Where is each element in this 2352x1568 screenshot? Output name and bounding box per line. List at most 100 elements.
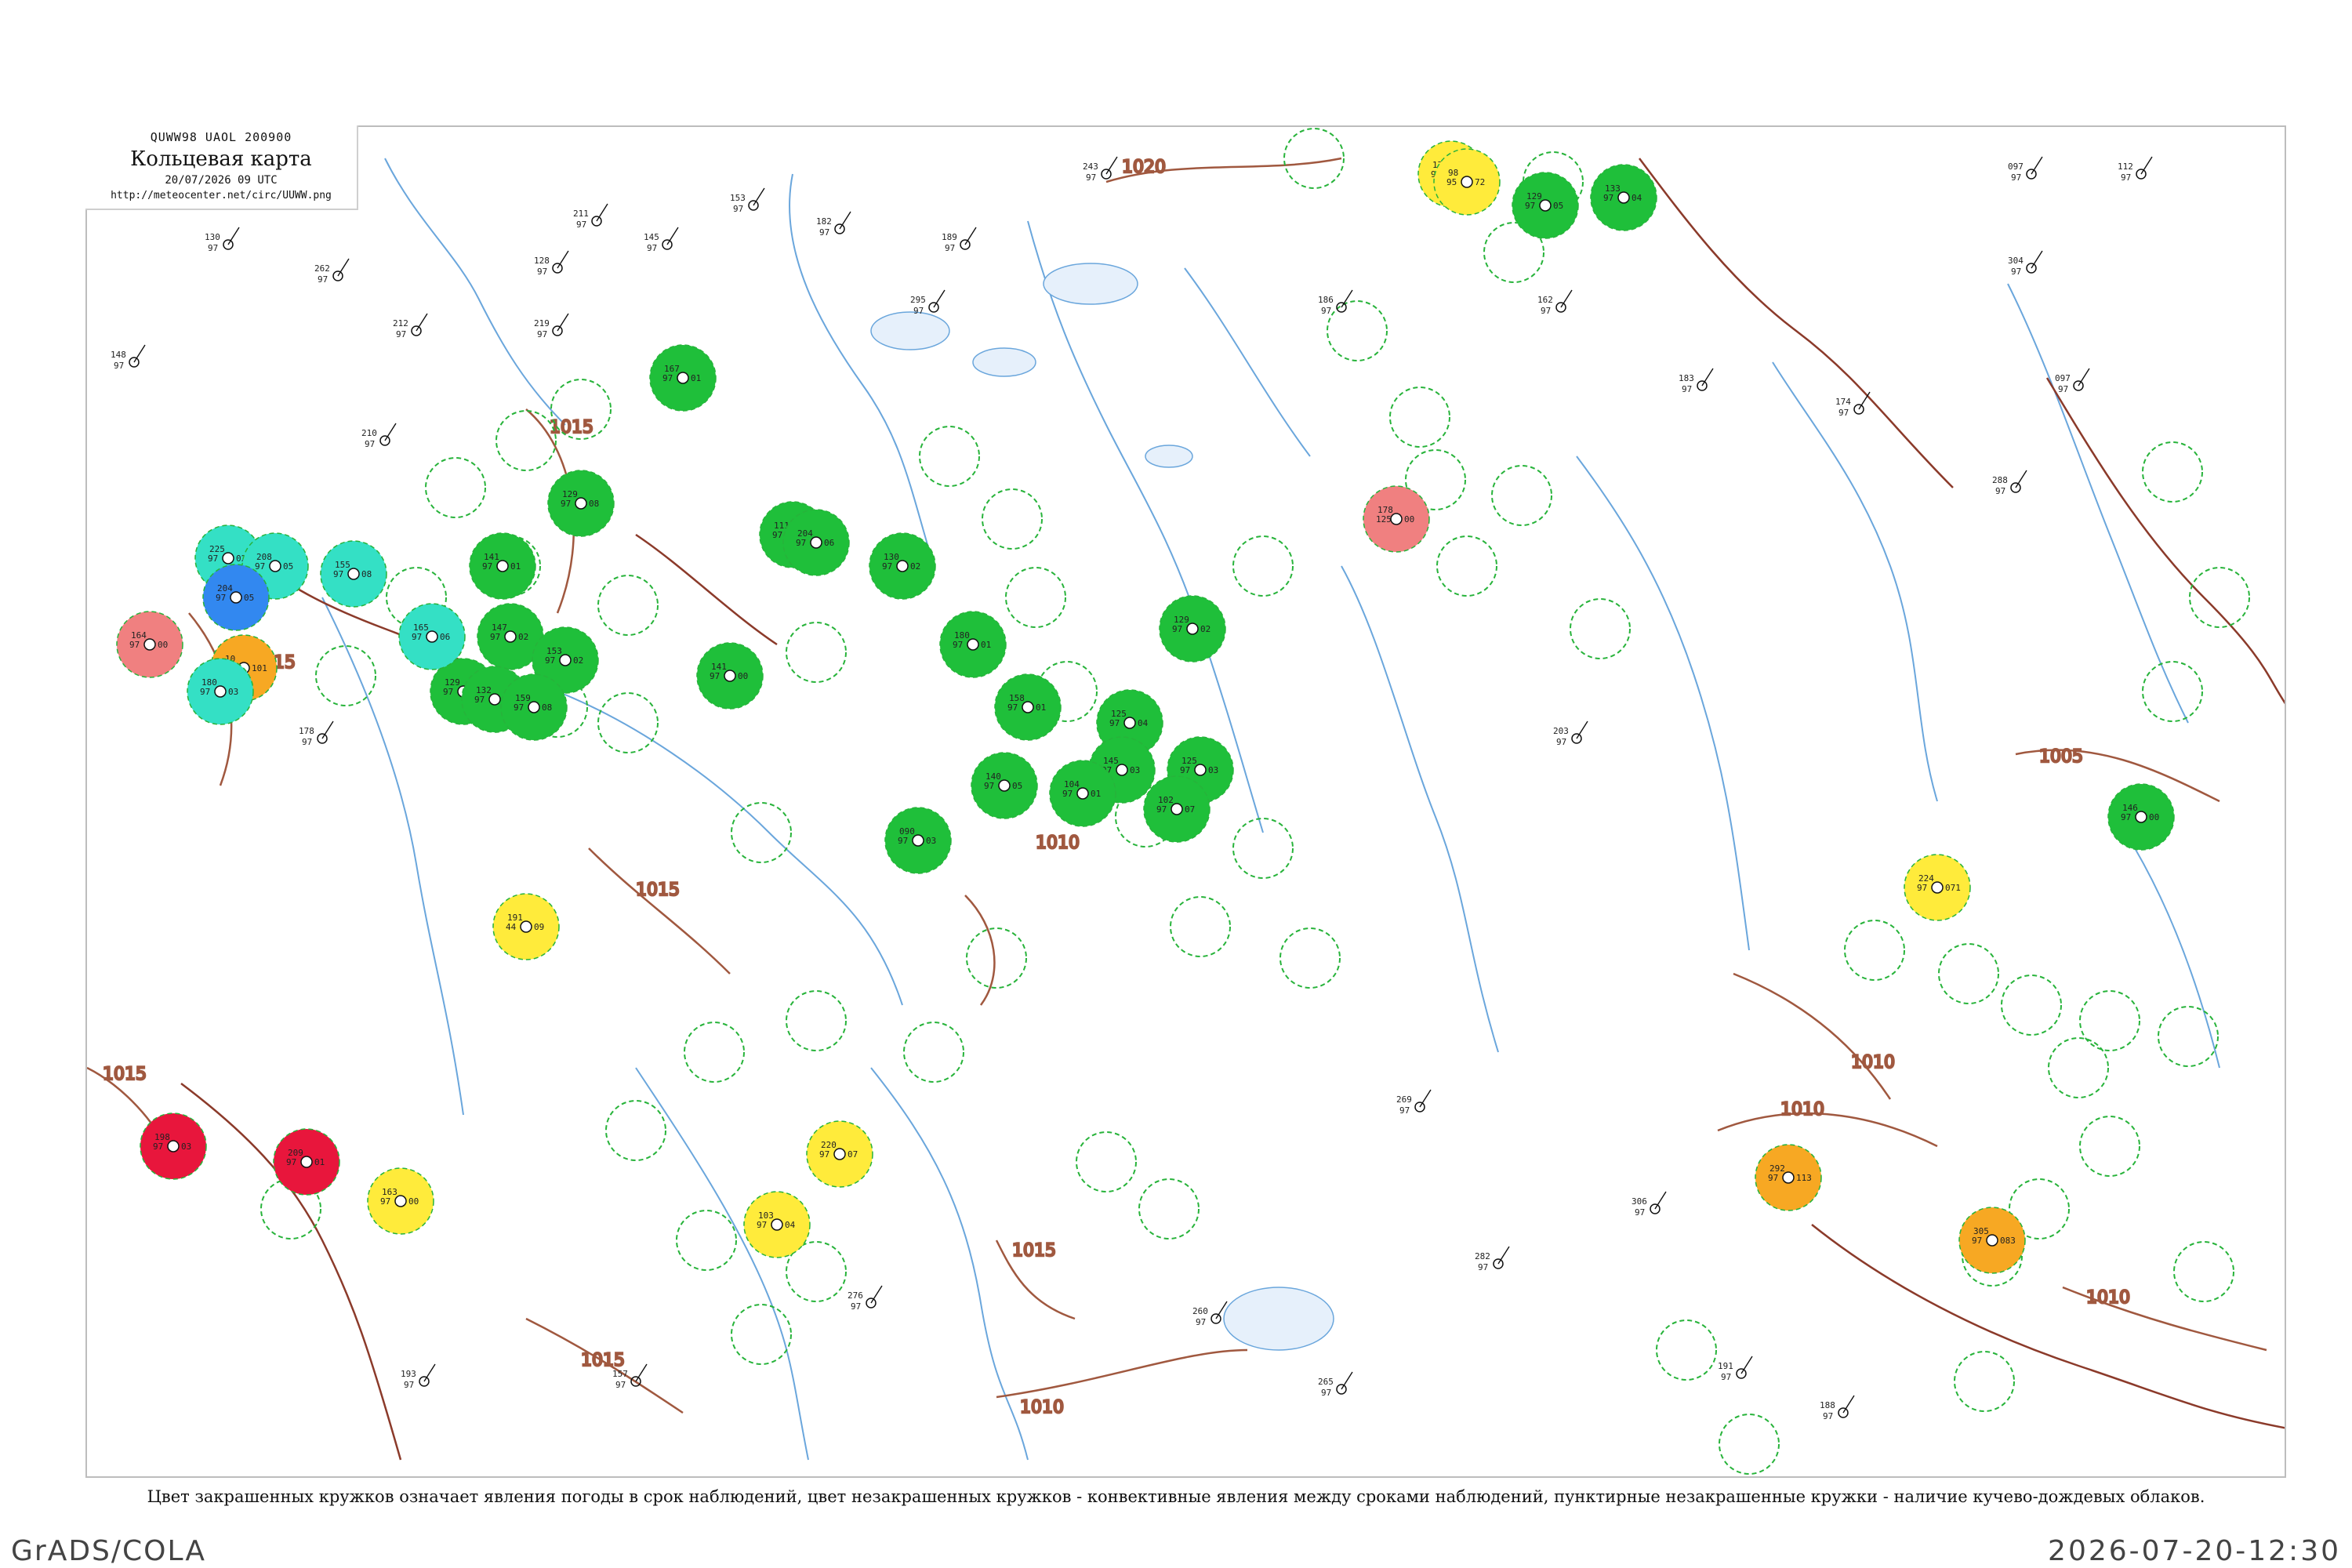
cb-ring bbox=[495, 410, 557, 471]
station-plot: 18397 bbox=[1679, 368, 1714, 394]
wind-barb bbox=[1419, 1089, 1432, 1108]
river-line bbox=[635, 1067, 809, 1461]
station-visibility: 97 bbox=[733, 204, 743, 214]
isobar-line bbox=[964, 895, 996, 1006]
station-point bbox=[2135, 811, 2147, 823]
station-value-b: 97 bbox=[1768, 1173, 1778, 1183]
station-point bbox=[1022, 701, 1034, 713]
cb-ring bbox=[425, 457, 486, 518]
cb-ring bbox=[1954, 1351, 2015, 1412]
wind-barb bbox=[384, 423, 397, 441]
map-title: Кольцевая карта bbox=[130, 147, 312, 171]
station-value-c: 00 bbox=[2149, 812, 2159, 822]
station-point bbox=[1461, 176, 1473, 188]
station-visibility: 97 bbox=[396, 329, 406, 339]
station-point bbox=[488, 693, 501, 706]
station-visibility: 97 bbox=[1541, 306, 1551, 316]
station-marker-shower: 22497 071 bbox=[1904, 854, 1971, 921]
wind-barb bbox=[596, 203, 608, 222]
map-frame: 1020 1015 1015 1015 1010 1015 1010 1010 1010 1005… bbox=[85, 125, 2286, 1478]
station-value-c: 05 bbox=[1553, 201, 1563, 211]
station-point bbox=[724, 670, 736, 682]
cb-ring bbox=[786, 990, 847, 1051]
bulletin-code: QUWW98 UAOL 200900 bbox=[150, 130, 292, 144]
station-temp: 097 bbox=[2055, 373, 2071, 383]
isobar-label: 1010 bbox=[1851, 1053, 1895, 1073]
station-visibility: 97 bbox=[537, 329, 547, 339]
station-plot: 30497 bbox=[2008, 250, 2043, 277]
wind-barb bbox=[227, 227, 240, 245]
filled-stations-layer: 16797 0112997 0814197 0114797 0215397 0212997… bbox=[116, 140, 2175, 1274]
station-marker-thunder: 19897 03 bbox=[140, 1112, 207, 1180]
station-marker-rain: 18097 01 bbox=[939, 611, 1007, 678]
legend-caption: Цвет закрашенных кружков означает явлени… bbox=[147, 1487, 2205, 1506]
lake-shape bbox=[870, 311, 950, 350]
station-visibility: 97 bbox=[2058, 384, 2068, 394]
station-visibility: 97 bbox=[365, 439, 375, 449]
station-visibility: 97 bbox=[1995, 486, 2005, 496]
station-value-c: 01 bbox=[510, 561, 521, 572]
station-visibility: 97 bbox=[2011, 172, 2021, 183]
cb-ring bbox=[2079, 990, 2140, 1051]
station-temp: 183 bbox=[1679, 373, 1694, 383]
station-plot: 29597 bbox=[910, 289, 946, 316]
station-temp: 191 bbox=[1718, 1361, 1733, 1371]
cb-ring bbox=[684, 1022, 745, 1083]
station-value-c: 04 bbox=[785, 1220, 796, 1230]
cb-ring bbox=[2142, 441, 2203, 503]
station-marker-haze: 178125 00 bbox=[1363, 485, 1430, 553]
station-marker-rain: 14697 00 bbox=[2107, 783, 2175, 851]
station-plot: 09797 bbox=[2055, 368, 2090, 394]
station-temp: 306 bbox=[1632, 1196, 1647, 1207]
station-plot: 18997 bbox=[942, 227, 977, 253]
station-value-b: 97 bbox=[443, 687, 453, 697]
cb-ring bbox=[731, 802, 792, 863]
wind-barb bbox=[753, 187, 765, 206]
cb-ring bbox=[2158, 1006, 2219, 1067]
station-value-b: 97 bbox=[1007, 702, 1018, 713]
wind-barb bbox=[1858, 391, 1871, 410]
station-marker-shower: 19144 09 bbox=[492, 893, 560, 960]
station-temp: 162 bbox=[1537, 295, 1553, 305]
station-visibility: 97 bbox=[1838, 408, 1849, 418]
wind-barb bbox=[337, 258, 350, 277]
cb-ring bbox=[982, 488, 1043, 550]
station-value-b: 97 bbox=[380, 1196, 390, 1207]
station-value-b: 125 bbox=[1376, 514, 1392, 524]
station-marker-rain: 13397 04 bbox=[1590, 164, 1657, 231]
isobar-line bbox=[1733, 972, 1892, 1100]
station-marker-fog: 29297 113 bbox=[1755, 1144, 1822, 1211]
station-marker-fog: 30597 083 bbox=[1958, 1207, 2026, 1274]
station-plot: 26997 bbox=[1396, 1089, 1432, 1116]
station-visibility: 97 bbox=[1399, 1105, 1410, 1116]
station-value-c: 00 bbox=[738, 671, 748, 681]
station-point bbox=[1186, 622, 1199, 635]
cb-ring bbox=[1436, 535, 1497, 597]
station-value-c: 08 bbox=[542, 702, 552, 713]
station-marker-rain: 09097 03 bbox=[884, 807, 952, 874]
station-marker-rain: 14097 05 bbox=[971, 752, 1038, 819]
station-value-b: 44 bbox=[506, 922, 517, 932]
station-marker-rain: 12997 05 bbox=[1512, 172, 1579, 239]
cb-ring bbox=[1005, 567, 1066, 628]
wind-barb bbox=[870, 1285, 883, 1304]
station-visibility: 97 bbox=[1635, 1207, 1645, 1218]
wind-barb bbox=[1560, 289, 1573, 308]
cb-ring bbox=[2048, 1037, 2109, 1098]
wind-barb bbox=[1740, 1356, 1753, 1374]
cb-ring bbox=[597, 692, 659, 753]
station-value-c: 071 bbox=[1945, 883, 1961, 893]
map-url[interactable]: http://meteocenter.net/circ/UUWW.png bbox=[85, 190, 357, 201]
rivers-layer bbox=[321, 158, 2220, 1461]
station-value-b: 97 bbox=[796, 538, 806, 548]
river-line bbox=[1341, 565, 1499, 1053]
station-temp: 210 bbox=[361, 428, 377, 438]
cb-ring bbox=[1232, 535, 1294, 597]
station-marker-rain: 10497 01 bbox=[1049, 760, 1116, 827]
station-value-c: 09 bbox=[534, 922, 544, 932]
station-plot: 18297 bbox=[816, 211, 851, 238]
isobar-label: 1015 bbox=[636, 880, 680, 900]
station-temp: 112 bbox=[2118, 162, 2133, 172]
station-visibility: 97 bbox=[1823, 1411, 1833, 1421]
station-value-b: 97 bbox=[772, 530, 782, 540]
